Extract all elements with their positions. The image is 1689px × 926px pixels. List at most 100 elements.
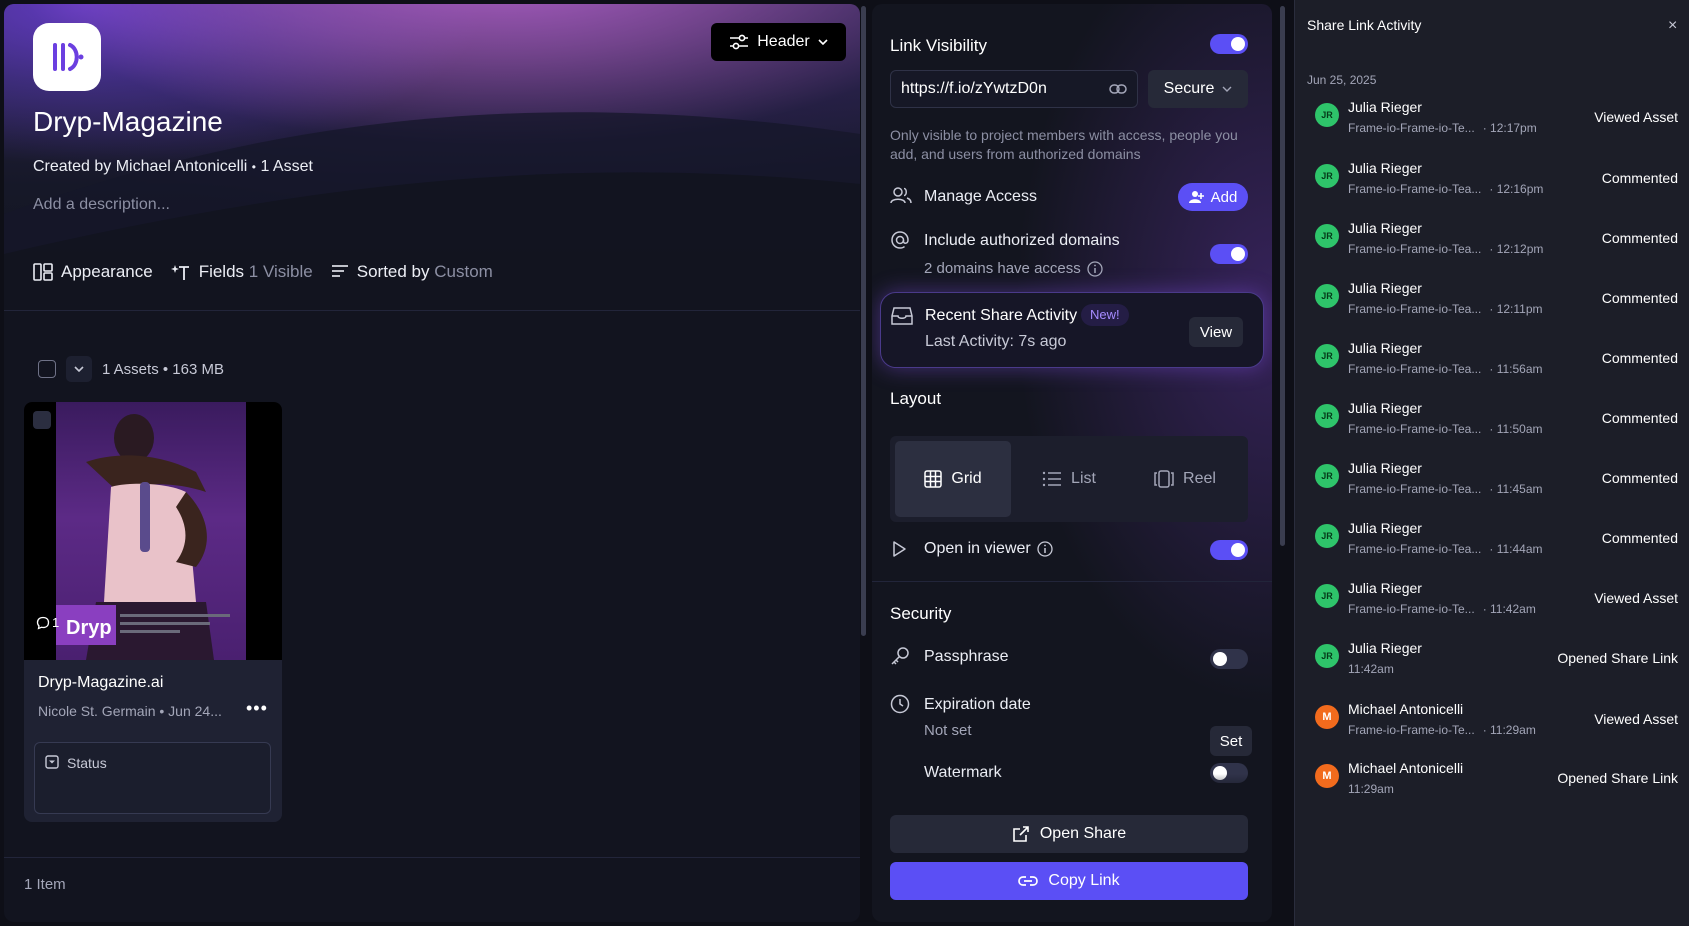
activity-user-name: Julia Rieger — [1348, 580, 1422, 596]
activity-action: Opened Share Link — [1557, 650, 1678, 666]
activity-list-item[interactable]: JR Julia Rieger Frame-io-Frame-io-Tea... · … — [1295, 460, 1689, 518]
activity-list-item[interactable]: JR Julia Rieger 11:42am Opened Share Link — [1295, 640, 1689, 698]
appearance-button[interactable]: Appearance — [33, 262, 153, 282]
manage-access-label: Manage Access — [924, 188, 1037, 205]
open-share-button[interactable]: Open Share — [890, 815, 1248, 853]
more-options-button[interactable]: ••• — [246, 698, 268, 719]
set-expiration-button[interactable]: Set — [1210, 726, 1252, 756]
chevron-down-icon — [74, 366, 84, 372]
security-mode-dropdown[interactable]: Secure — [1148, 70, 1248, 108]
chevron-down-icon — [1222, 86, 1232, 92]
view-activity-button[interactable]: View — [1189, 317, 1243, 347]
visibility-note: Only visible to project members with acc… — [890, 127, 1238, 162]
link-icon — [1109, 84, 1127, 94]
activity-detail: Frame-io-Frame-io-Tea... · 11:45am — [1348, 482, 1543, 496]
activity-list-item[interactable]: M Michael Antonicelli 11:29am Opened Share … — [1295, 760, 1689, 818]
fields-button[interactable]: Fields 1 Visible — [170, 262, 313, 282]
scroll-fade — [872, 774, 1272, 804]
asset-thumbnail[interactable]: Dryp 1 — [24, 402, 282, 660]
activity-list-item[interactable]: JR Julia Rieger Frame-io-Frame-io-Tea... · … — [1295, 280, 1689, 338]
link-visibility-toggle[interactable] — [1210, 34, 1248, 54]
activity-detail: Frame-io-Frame-io-Te... · 11:29am — [1348, 723, 1536, 737]
section-divider — [872, 581, 1272, 582]
include-domains-toggle[interactable] — [1210, 244, 1248, 264]
header-settings-button[interactable]: Header — [711, 23, 846, 61]
add-button-label: Add — [1210, 188, 1238, 206]
sorted-label: Sorted by — [356, 262, 430, 281]
activity-action: Viewed Asset — [1594, 590, 1678, 606]
layout-list-option[interactable]: List — [1011, 441, 1127, 517]
activity-time: · 12:12pm — [1489, 242, 1544, 256]
activity-action: Opened Share Link — [1557, 770, 1678, 786]
project-scrollbar[interactable] — [861, 6, 866, 636]
activity-user-name: Julia Rieger — [1348, 99, 1422, 115]
info-icon[interactable] — [1037, 541, 1053, 557]
avatar: JR — [1315, 584, 1339, 608]
selection-dropdown-button[interactable] — [66, 356, 92, 382]
copy-link-button[interactable]: Copy Link — [890, 862, 1248, 900]
status-field[interactable]: Status — [34, 742, 271, 814]
clock-icon — [890, 694, 910, 714]
header-divider — [4, 310, 860, 311]
activity-detail: Frame-io-Frame-io-Tea... · 11:44am — [1348, 542, 1543, 556]
open-in-viewer-toggle[interactable] — [1210, 540, 1248, 560]
activity-file-name: Frame-io-Frame-io-Tea... — [1348, 362, 1482, 376]
activity-file-name: Frame-io-Frame-io-Tea... — [1348, 542, 1482, 556]
share-url-field[interactable]: https://f.io/zYwtzD0n — [890, 70, 1138, 108]
select-all-checkbox[interactable] — [38, 360, 56, 378]
activity-action: Viewed Asset — [1594, 109, 1678, 125]
domains-access-text: 2 domains have access — [924, 260, 1081, 277]
passphrase-toggle[interactable] — [1210, 649, 1248, 669]
activity-action: Commented — [1601, 170, 1678, 186]
project-byline: Created by Michael Antonicelli • 1 Asset — [33, 158, 313, 175]
activity-list-item[interactable]: JR Julia Rieger Frame-io-Frame-io-Tea... · … — [1295, 400, 1689, 458]
magazine-cover-image: Dryp — [56, 402, 246, 660]
activity-detail: Frame-io-Frame-io-Te... · 11:42am — [1348, 602, 1536, 616]
layout-columns-icon — [33, 263, 53, 281]
sort-button[interactable]: Sorted by Custom — [331, 262, 493, 282]
activity-time: · 12:11pm — [1489, 302, 1543, 316]
info-icon[interactable] — [1087, 260, 1103, 277]
activity-detail: Frame-io-Frame-io-Te... · 12:17pm — [1348, 121, 1537, 135]
activity-list-item[interactable]: JR Julia Rieger Frame-io-Frame-io-Tea... · … — [1295, 520, 1689, 578]
brand-wordmark: Dryp — [66, 617, 112, 639]
status-label: Status — [67, 755, 107, 771]
layout-grid-option[interactable]: Grid — [895, 441, 1011, 517]
activity-list-item[interactable]: JR Julia Rieger Frame-io-Frame-io-Tea... · … — [1295, 340, 1689, 398]
fields-label: Fields — [198, 262, 245, 281]
add-people-button[interactable]: Add — [1178, 183, 1248, 211]
sort-lines-icon — [331, 265, 348, 277]
status-dropdown-icon — [45, 755, 59, 769]
activity-list-item[interactable]: JR Julia Rieger Frame-io-Frame-io-Te... · 1… — [1295, 99, 1689, 157]
activity-file-name: Frame-io-Frame-io-Tea... — [1348, 302, 1482, 316]
last-activity-text: Last Activity: 7s ago — [925, 333, 1067, 350]
activity-list-item[interactable]: JR Julia Rieger Frame-io-Frame-io-Tea... · … — [1295, 220, 1689, 278]
activity-list-item[interactable]: JR Julia Rieger Frame-io-Frame-io-Tea... · … — [1295, 160, 1689, 218]
activity-user-name: Julia Rieger — [1348, 640, 1422, 656]
security-title: Security — [890, 604, 952, 623]
close-icon[interactable]: × — [1668, 17, 1677, 35]
project-title[interactable]: Dryp-Magazine — [33, 106, 223, 138]
asset-name[interactable]: Dryp-Magazine.ai — [38, 674, 163, 692]
domains-access-info: 2 domains have access — [924, 260, 1103, 277]
avatar: M — [1315, 764, 1339, 788]
layout-reel-option[interactable]: Reel — [1127, 441, 1243, 517]
recent-share-activity-card[interactable]: Recent Share Activity New! Last Activity… — [880, 292, 1264, 368]
activity-file-name: Frame-io-Frame-io-Te... — [1348, 121, 1475, 135]
include-domains-label: Include authorized domains — [924, 232, 1120, 249]
activity-time: · 11:45am — [1489, 482, 1543, 496]
passphrase-label: Passphrase — [924, 648, 1009, 665]
asset-card[interactable]: Dryp 1 Dryp-Magazine.ai Nicole St. Germa… — [24, 402, 282, 822]
activity-list-item[interactable]: JR Julia Rieger Frame-io-Frame-io-Te... · 1… — [1295, 580, 1689, 638]
asset-count: 1 Asset — [260, 158, 313, 175]
share-link-activity-panel: Share Link Activity × Jun 25, 2025 JR Jul… — [1294, 0, 1689, 926]
key-icon — [891, 647, 909, 665]
activity-list-item[interactable]: M Michael Antonicelli Frame-io-Frame-io-Te… — [1295, 701, 1689, 759]
sliders-icon — [730, 34, 749, 50]
layout-selector: Grid List Reel — [890, 436, 1248, 522]
description-input[interactable]: Add a description... — [33, 196, 170, 214]
share-settings-scrollbar[interactable] — [1280, 6, 1285, 546]
assets-selection-bar: 1 Assets • 163 MB — [38, 356, 224, 382]
asset-select-checkbox[interactable] — [33, 411, 51, 429]
activity-file-name: Frame-io-Frame-io-Tea... — [1348, 422, 1482, 436]
